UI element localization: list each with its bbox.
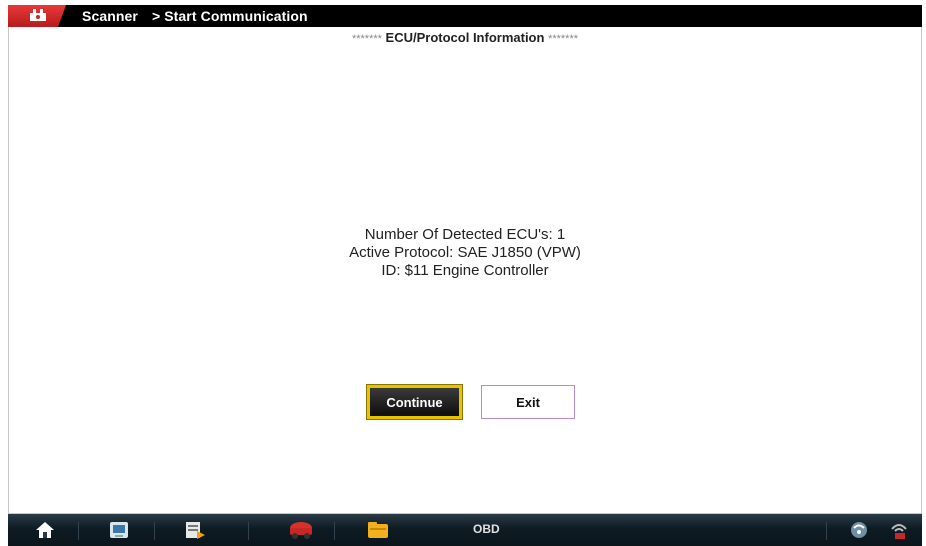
page-title: ECU/Protocol Information xyxy=(385,30,545,45)
obd-label: OBD xyxy=(473,522,500,536)
continue-button[interactable]: Continue xyxy=(367,385,462,419)
bottom-toolbar: OBD xyxy=(8,514,922,546)
active-protocol: Active Protocol: SAE J1850 (VPW) xyxy=(349,244,581,261)
header-stars-right: ******* xyxy=(548,33,579,45)
header-stars-left: ******* xyxy=(351,33,382,45)
detected-ecu-count: Number Of Detected ECU's: 1 xyxy=(364,226,566,243)
breadcrumb-current: > Start Communication xyxy=(151,8,308,24)
car-icon[interactable] xyxy=(286,516,316,544)
home-icon[interactable] xyxy=(30,516,60,544)
main-panel: ******* ECU/Protocol Information *******… xyxy=(8,27,922,514)
screen: Scanner > Start Communication ******* ECU… xyxy=(0,0,926,546)
folder-icon[interactable] xyxy=(363,516,393,544)
vehicle-comm-icon[interactable] xyxy=(844,516,874,544)
title-bar: Scanner > Start Communication xyxy=(8,5,922,27)
data-icon[interactable] xyxy=(180,516,210,544)
panel-header: ******* ECU/Protocol Information ******* xyxy=(9,30,921,45)
scanner-icon[interactable] xyxy=(104,516,134,544)
app-logo-icon[interactable] xyxy=(8,5,79,27)
app-name[interactable]: Scanner xyxy=(82,8,138,24)
ecu-info-block: Number Of Detected ECU's: 1 Active Proto… xyxy=(9,226,921,280)
exit-button[interactable]: Exit xyxy=(481,385,575,419)
breadcrumb: Scanner > Start Communication xyxy=(82,8,312,24)
ecu-id: ID: $11 Engine Controller xyxy=(381,262,549,279)
wireless-icon[interactable] xyxy=(884,516,914,544)
